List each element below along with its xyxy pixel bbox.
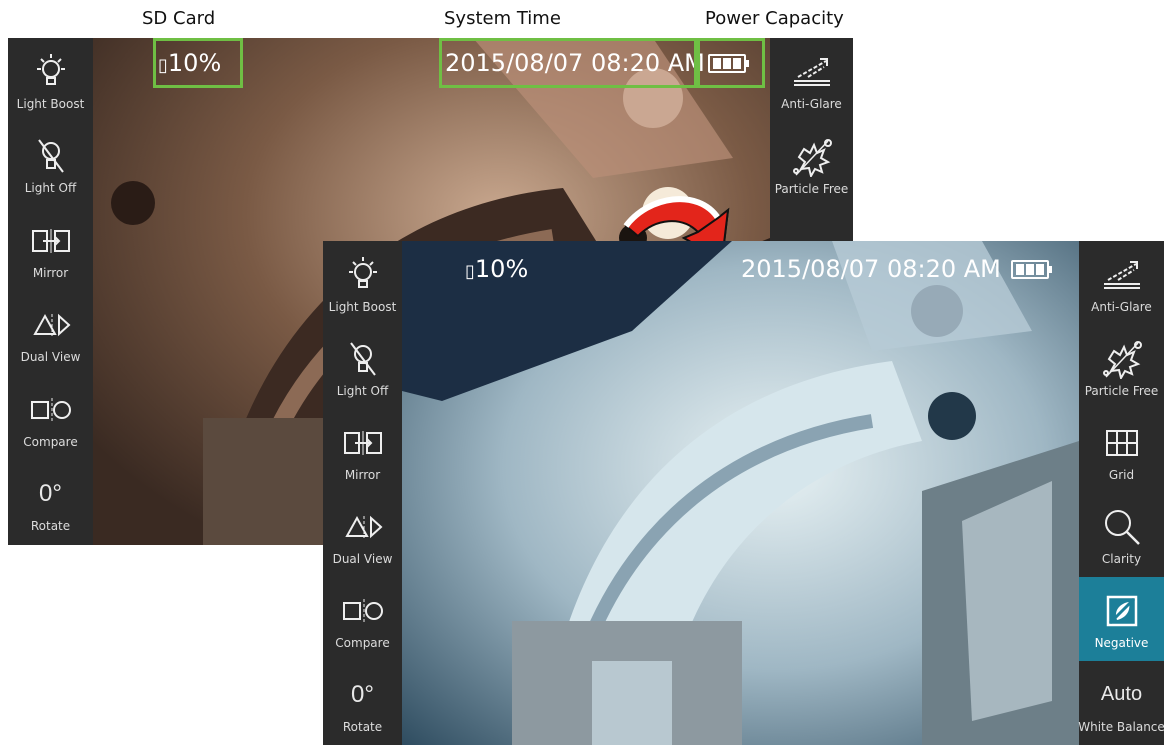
system-time: 2015/08/07 08:20 AM (741, 255, 1001, 283)
dual-view-button[interactable]: Dual View (323, 493, 402, 577)
back-mirror-button[interactable]: Mirror (8, 207, 93, 292)
mirror-icon (341, 421, 385, 465)
grid-button[interactable]: Grid (1079, 409, 1164, 493)
light-boost-button[interactable]: Light Boost (323, 241, 402, 325)
white-balance-value: Auto (1100, 683, 1143, 705)
sd-card-icon: ▯ (465, 261, 475, 282)
magnifier-icon (1102, 505, 1142, 549)
negative-icon (1105, 589, 1139, 633)
grid-icon (1104, 421, 1140, 465)
front-screen: Light Boost Light Off Mirror Dual View C… (323, 241, 1164, 745)
negative-button[interactable]: Negative (1079, 577, 1164, 661)
clarity-button[interactable]: Clarity (1079, 493, 1164, 577)
back-compare-button[interactable]: Compare (8, 376, 93, 461)
compare-icon (29, 388, 73, 432)
bulb-rays-icon (33, 50, 69, 94)
compare-icon (341, 589, 385, 633)
sd-card-highlight (153, 38, 243, 88)
back-light-off-button[interactable]: Light Off (8, 123, 93, 208)
particle-free-icon (790, 135, 834, 179)
system-time-annotation: System Time (444, 8, 561, 29)
back-left-sidebar: Light Boost Light Off Mirror Dual View C… (8, 38, 93, 545)
rotate-value: 0° (351, 680, 374, 708)
system-time-highlight (439, 38, 697, 88)
back-light-boost-button[interactable]: Light Boost (8, 38, 93, 123)
dual-view-icon (31, 303, 71, 347)
mirror-button[interactable]: Mirror (323, 409, 402, 493)
battery-icon (1011, 260, 1052, 279)
sd-card-annotation: SD Card (142, 8, 216, 29)
anti-glare-icon (1100, 253, 1144, 297)
power-capacity-annotation: Power Capacity (705, 8, 844, 29)
back-dual-view-button[interactable]: Dual View (8, 292, 93, 377)
bulb-rays-icon (345, 253, 381, 297)
power-capacity-highlight (697, 38, 765, 88)
camera-view-negative (402, 241, 1079, 745)
bulb-off-icon (33, 134, 69, 178)
back-rotate-button[interactable]: 0° Rotate (8, 461, 93, 546)
bulb-off-icon (345, 337, 381, 381)
compare-button[interactable]: Compare (323, 577, 402, 661)
particle-free-button[interactable]: Particle Free (1079, 325, 1164, 409)
back-anti-glare-button[interactable]: Anti-Glare (770, 38, 853, 123)
rotate-value: 0° (39, 480, 62, 508)
light-off-button[interactable]: Light Off (323, 325, 402, 409)
particle-free-icon (1100, 337, 1144, 381)
sd-card-status: ▯10% (465, 255, 529, 283)
front-left-sidebar: Light Boost Light Off Mirror Dual View C… (323, 241, 402, 745)
back-particle-free-button[interactable]: Particle Free (770, 123, 853, 208)
rotate-button[interactable]: 0° Rotate (323, 661, 402, 745)
front-right-sidebar: Anti-Glare Particle Free Grid Clarity Ne… (1078, 241, 1164, 745)
dual-view-icon (343, 505, 383, 549)
anti-glare-button[interactable]: Anti-Glare (1079, 241, 1164, 325)
anti-glare-icon (790, 50, 834, 94)
mirror-icon (29, 219, 73, 263)
white-balance-button[interactable]: Auto White Balance (1078, 661, 1164, 745)
